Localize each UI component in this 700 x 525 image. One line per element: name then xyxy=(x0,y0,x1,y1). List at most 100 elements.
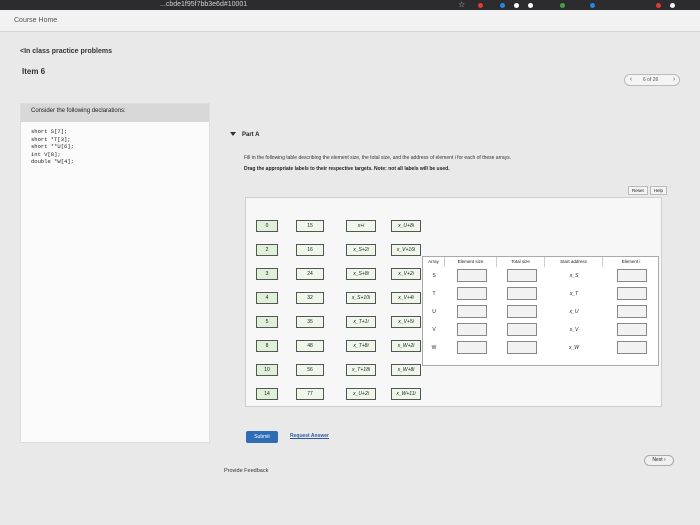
prev-item-button[interactable]: ‹ xyxy=(626,75,636,85)
drag-label-tile[interactable]: 0 xyxy=(256,220,278,232)
element-i-target[interactable] xyxy=(617,323,647,336)
drag-label-tile[interactable]: 56 xyxy=(296,364,324,376)
drag-label-tile[interactable]: x_T+1i xyxy=(346,316,376,328)
drag-label-tile[interactable]: 35 xyxy=(296,316,324,328)
extension-icon[interactable] xyxy=(590,3,595,8)
start-address: x_V xyxy=(569,327,579,333)
drag-label-tile[interactable]: x_V+2i xyxy=(391,268,421,280)
table-header: Element i xyxy=(621,259,641,264)
drag-label-tile[interactable]: 14 xyxy=(256,388,278,400)
reset-help-group: Reset Help xyxy=(628,186,668,195)
element-size-target[interactable] xyxy=(457,269,487,282)
declaration-line: double *W[4]; xyxy=(31,158,74,165)
element-size-target[interactable] xyxy=(457,323,487,336)
total-size-target[interactable] xyxy=(507,323,537,336)
drag-label-tile[interactable]: 10 xyxy=(256,364,278,376)
drag-label-tile[interactable]: x_S+2i xyxy=(346,244,376,256)
drag-label-tile[interactable]: 15 xyxy=(296,220,324,232)
course-nav: Course Home xyxy=(0,10,700,32)
drag-label-tile[interactable]: 2 xyxy=(256,244,278,256)
extension-icon[interactable] xyxy=(478,3,483,8)
start-address: x_S xyxy=(569,273,579,279)
row-label: S xyxy=(432,273,436,279)
drag-label-tile[interactable]: x_U+8i xyxy=(391,220,421,232)
problem-statement-panel: Consider the following declarations: sho… xyxy=(20,103,210,443)
drag-label-tile[interactable]: x+i xyxy=(346,220,376,232)
drag-label-tile[interactable]: x_W+2i xyxy=(391,340,421,352)
start-address: x_U xyxy=(569,309,579,315)
answer-table: Array Element size Total size Start addr… xyxy=(422,256,659,366)
browser-toolbar: ...cbde1f95f7bb3e6d#10001 ☆ xyxy=(0,0,700,10)
url-bar[interactable]: ...cbde1f95f7bb3e6d#10001 xyxy=(160,0,247,9)
total-size-target[interactable] xyxy=(507,287,537,300)
drag-label-tile[interactable]: 3 xyxy=(256,268,278,280)
drag-note: Drag the appropriate labels to their res… xyxy=(244,166,450,172)
extension-icon[interactable] xyxy=(560,3,565,8)
part-a-panel: Part A Fill in the following table descr… xyxy=(222,120,668,440)
row-label: U xyxy=(432,309,436,315)
help-button[interactable]: Help xyxy=(649,186,668,195)
element-i-target[interactable] xyxy=(617,341,647,354)
element-size-target[interactable] xyxy=(457,305,487,318)
element-i-target[interactable] xyxy=(617,269,647,282)
table-header: Array xyxy=(423,257,445,267)
part-instruction: Fill in the following table describing t… xyxy=(244,155,512,161)
drag-label-tile[interactable]: 16 xyxy=(296,244,324,256)
row-label: T xyxy=(432,291,436,297)
next-button[interactable]: Next › xyxy=(644,455,674,466)
start-address: x_W xyxy=(569,345,579,351)
drag-label-tile[interactable]: x_S+10i xyxy=(346,292,376,304)
declarations: short S[7]; short *T[3]; short **U[6]; i… xyxy=(21,122,209,172)
declaration-line: short *T[3]; xyxy=(31,135,71,143)
drag-label-tile[interactable]: x_U+2i xyxy=(346,388,376,400)
drag-label-tile[interactable]: 8 xyxy=(256,340,278,352)
breadcrumb[interactable]: <In class practice problems xyxy=(20,48,112,55)
extension-icon[interactable] xyxy=(514,3,519,8)
extension-icon[interactable] xyxy=(528,3,533,8)
drag-label-tile[interactable]: 77 xyxy=(296,388,324,400)
total-size-target[interactable] xyxy=(507,269,537,282)
drag-label-tile[interactable]: x_S+8i xyxy=(346,268,376,280)
drag-label-tile[interactable]: x_T+18i xyxy=(346,364,376,376)
element-i-target[interactable] xyxy=(617,305,647,318)
declaration-line: short S[7]; xyxy=(31,128,68,135)
drag-label-tile[interactable]: 24 xyxy=(296,268,324,280)
row-label: V xyxy=(432,327,436,333)
drag-label-tile[interactable]: x_T+8i xyxy=(346,340,376,352)
page-title: Item 6 xyxy=(22,67,46,76)
part-a-header[interactable]: Part A xyxy=(230,132,259,138)
collapse-triangle-icon[interactable] xyxy=(230,132,236,137)
provide-feedback-link[interactable]: Provide Feedback xyxy=(224,468,268,474)
element-size-target[interactable] xyxy=(457,341,487,354)
bookmark-star-icon[interactable]: ☆ xyxy=(458,0,465,9)
element-i-target[interactable] xyxy=(617,287,647,300)
drag-label-tile[interactable]: 48 xyxy=(296,340,324,352)
submit-button[interactable]: Submit xyxy=(246,431,278,443)
extension-icon[interactable] xyxy=(670,3,675,8)
extension-icon[interactable] xyxy=(656,3,661,8)
drag-label-tile[interactable]: x_W+8i xyxy=(391,364,421,376)
start-address: x_T xyxy=(569,291,579,297)
element-size-target[interactable] xyxy=(457,287,487,300)
next-item-button[interactable]: › xyxy=(669,75,679,85)
drag-label-tile[interactable]: x_V+16i xyxy=(391,244,421,256)
part-title: Part A xyxy=(242,132,260,138)
reset-button[interactable]: Reset xyxy=(628,186,648,195)
drag-label-tile[interactable]: 5 xyxy=(256,316,278,328)
drag-label-tile[interactable]: x_V+4i xyxy=(391,292,421,304)
declaration-line: short **U[6]; xyxy=(31,143,74,150)
drag-label-tile[interactable]: x_V+5i xyxy=(391,316,421,328)
total-size-target[interactable] xyxy=(507,341,537,354)
row-label: W xyxy=(431,345,437,351)
request-answer-link[interactable]: Request Answer xyxy=(290,433,329,439)
drag-label-tile[interactable]: 32 xyxy=(296,292,324,304)
extension-icon[interactable] xyxy=(500,3,505,8)
drag-label-tile[interactable]: 4 xyxy=(256,292,278,304)
table-header: Element size xyxy=(445,257,497,267)
drag-label-tile[interactable]: x_W+11i xyxy=(391,388,421,400)
course-home-link[interactable]: Course Home xyxy=(14,17,57,24)
total-size-target[interactable] xyxy=(507,305,537,318)
item-pager: ‹ 6 of 26 › xyxy=(624,74,680,86)
problem-header: Consider the following declarations: xyxy=(21,104,209,122)
table-header: Start address xyxy=(545,257,603,267)
